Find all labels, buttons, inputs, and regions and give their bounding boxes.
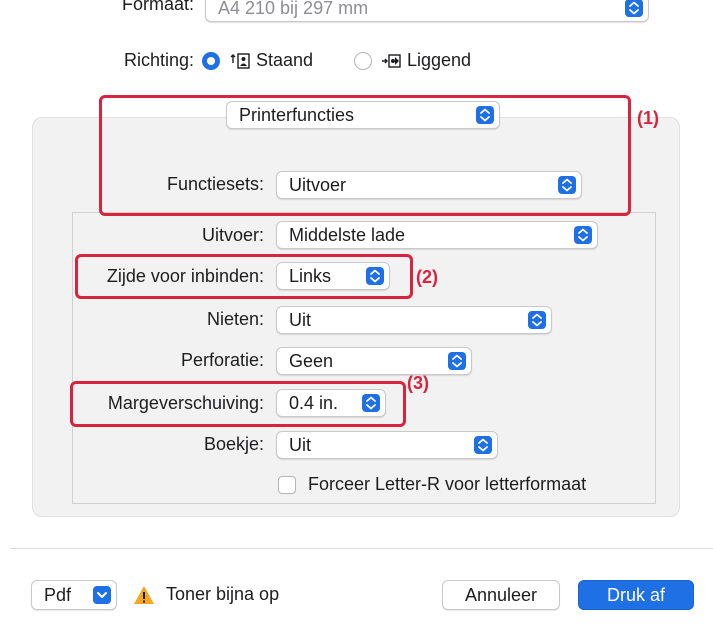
staple-value: Uit (289, 310, 311, 330)
output-stepper-icon (574, 226, 592, 244)
callout-label-1: (1) (637, 108, 659, 128)
cancel-button[interactable]: Annuleer (442, 580, 560, 610)
booklet-popup[interactable]: Uit (276, 431, 498, 459)
warning-text: Toner bijna op (166, 584, 280, 604)
pdf-chevron-icon (93, 586, 111, 604)
landscape-icon (381, 51, 401, 71)
staple-stepper-icon (528, 311, 546, 329)
pdf-menu-button[interactable]: Pdf (31, 580, 117, 610)
portrait-label[interactable]: Staand (256, 50, 313, 71)
orientation-label: Richting: (123, 50, 194, 70)
output-popup[interactable]: Middelste lade (276, 221, 598, 249)
portrait-radio[interactable] (202, 52, 220, 70)
punch-popup[interactable]: Geen (276, 347, 472, 375)
format-label: Formaat: (121, 0, 194, 14)
format-popup[interactable]: A4 210 bij 297 mm (205, 0, 649, 22)
callout-label-3: (3) (407, 373, 429, 393)
punch-stepper-icon (448, 352, 466, 370)
pdf-label: Pdf (44, 585, 72, 605)
callout-box-2 (75, 254, 413, 299)
force-letter-checkbox[interactable] (278, 476, 296, 494)
callout-box-1 (99, 95, 631, 216)
booklet-label: Boekje: (203, 434, 264, 454)
landscape-label[interactable]: Liggend (407, 50, 471, 71)
callout-box-3 (70, 381, 406, 427)
output-value: Middelste lade (289, 225, 406, 245)
punch-label: Perforatie: (180, 350, 264, 370)
booklet-value: Uit (289, 435, 311, 455)
portrait-icon (230, 51, 250, 71)
landscape-radio[interactable] (354, 52, 372, 70)
warning-icon (133, 584, 155, 606)
callout-label-2: (2) (416, 267, 438, 287)
force-letter-label[interactable]: Forceer Letter-R voor letterformaat (308, 474, 586, 495)
punch-value: Geen (289, 351, 334, 371)
format-value: A4 210 bij 297 mm (218, 0, 369, 18)
booklet-stepper-icon (474, 436, 492, 454)
print-button[interactable]: Druk af (578, 580, 694, 610)
format-stepper-icon (625, 0, 643, 17)
staple-popup[interactable]: Uit (276, 306, 552, 334)
output-label: Uitvoer: (201, 225, 264, 245)
footer-divider (10, 548, 713, 549)
staple-label: Nieten: (206, 309, 264, 329)
